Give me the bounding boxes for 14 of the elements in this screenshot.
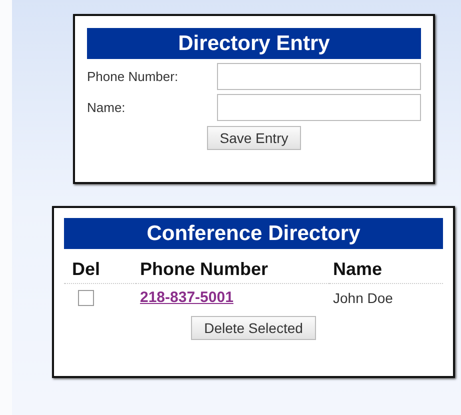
field-label: Name: <box>87 100 126 115</box>
input-field[interactable] <box>217 63 421 90</box>
phone-link[interactable]: 218-837-5001 <box>140 289 234 306</box>
input-field[interactable] <box>217 94 421 121</box>
checkbox[interactable] <box>78 290 94 306</box>
save-button[interactable]: Save Entry <box>206 126 302 150</box>
panel-title: Directory Entry <box>87 28 421 59</box>
table-cell: John Doe <box>333 290 393 306</box>
column-header: Del <box>72 259 100 279</box>
delete-button[interactable]: Delete Selected <box>191 316 316 340</box>
field-label: Phone Number: <box>87 69 178 84</box>
column-header: Name <box>333 259 382 279</box>
column-header: Phone Number <box>140 259 268 279</box>
panel-title: Conference Directory <box>64 218 443 249</box>
